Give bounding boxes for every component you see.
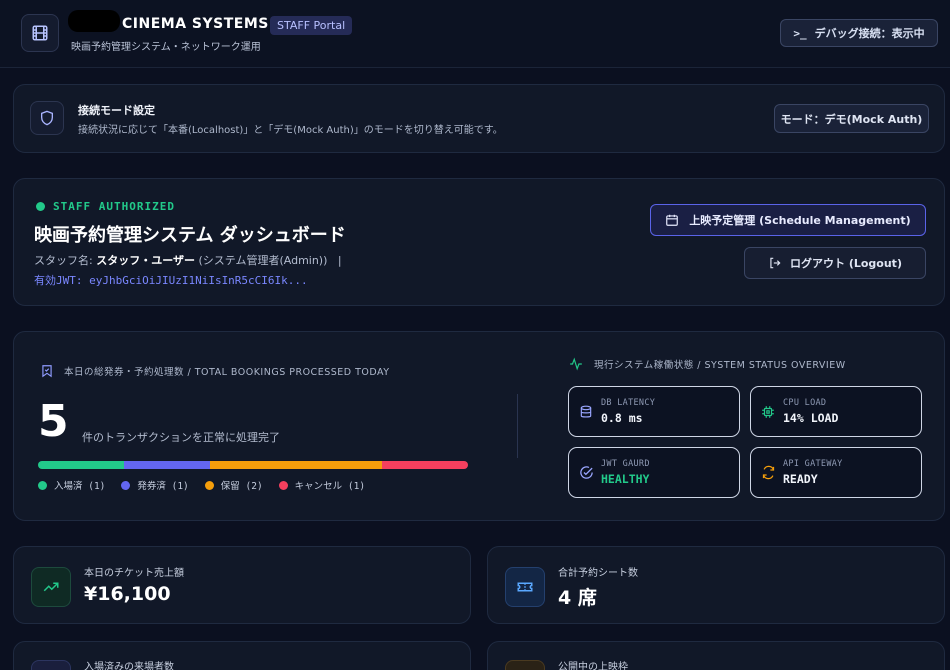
status-bar-segment <box>210 461 382 469</box>
booking-status-legend: 入場済 (1) 発券済 (1) 保留 (2) キャンセル (1) <box>38 478 365 492</box>
trending-up-icon <box>31 567 71 607</box>
debug-connection-button[interactable]: >_ デバッグ接続：表示中 <box>780 19 938 47</box>
status-bar-segment <box>124 461 210 469</box>
api-gateway-label: API GATEWAY <box>783 459 843 469</box>
cpu-icon <box>762 406 774 418</box>
reserved-seats-value: 4 席 <box>558 587 597 609</box>
legend-dot-icon <box>278 480 288 490</box>
db-latency-box: DB LATENCY 0.8 ms <box>568 386 740 437</box>
status-bar-segment <box>382 461 468 469</box>
database-icon <box>580 405 592 418</box>
api-gateway-box: API GATEWAY READY <box>750 447 922 498</box>
ticket-sales-card: 本日のチケット売上額 ¥16,100 <box>13 546 471 624</box>
api-gateway-value: READY <box>783 472 818 486</box>
legend-item: 入場済 (1) <box>38 478 105 492</box>
check-circle-icon <box>580 466 593 479</box>
staff-separator: | <box>337 254 342 267</box>
checked-in-label: 入場済みの来場者数 <box>84 662 174 670</box>
logout-button-label: ログアウト (Logout) <box>790 257 902 270</box>
logout-icon <box>770 257 781 269</box>
legend-item: キャンセル (1) <box>278 478 366 492</box>
jwt-guard-value: HEALTHY <box>601 472 650 486</box>
legend-dot-icon <box>38 480 47 490</box>
mode-description: 接続状況に応じて「本番(Localhost)」と「デモ(Mock Auth)」の… <box>78 125 503 136</box>
bookings-section-title: 本日の総発券・予約処理数 / TOTAL BOOKINGS PROCESSED … <box>40 363 390 379</box>
db-latency-value: 0.8 ms <box>601 411 643 425</box>
legend-label: 入場済 (1) <box>54 481 106 492</box>
status-bar-segment <box>38 461 124 469</box>
legend-label: 発券済 (1) <box>137 481 189 492</box>
activity-icon <box>570 357 582 371</box>
film-logo-icon <box>21 14 59 52</box>
staff-portal-badge: STAFF Portal <box>270 16 353 35</box>
active-screenings-label: 公開中の上映枠 <box>558 662 628 670</box>
shield-icon <box>30 101 64 135</box>
staff-name: スタッフ・ユーザー <box>96 254 195 267</box>
debug-button-label: デバッグ接続：表示中 <box>814 27 925 40</box>
header-subtitle: 映画予約管理システム・ネットワーク運用 <box>71 42 261 53</box>
cpu-load-box: CPU LOAD 14% LOAD <box>750 386 922 437</box>
bookmark-check-icon <box>42 365 52 378</box>
db-latency-label: DB LATENCY <box>601 398 656 408</box>
legend-label: キャンセル (1) <box>294 481 366 492</box>
dashboard-title: 映画予約管理システム ダッシュボード <box>34 225 346 246</box>
staff-info: スタッフ名: スタッフ・ユーザー (システム管理者(Admin)) | <box>34 252 342 268</box>
ticket-sales-label: 本日のチケット売上額 <box>84 568 184 579</box>
cpu-load-value: 14% LOAD <box>783 411 839 425</box>
ticket-sales-value: ¥16,100 <box>84 583 171 605</box>
legend-item: 発券済 (1) <box>121 478 189 492</box>
cpu-load-label: CPU LOAD <box>783 398 827 408</box>
auth-card: STAFF AUTHORIZED 映画予約管理システム ダッシュボード スタッフ… <box>13 178 945 306</box>
terminal-icon: >_ <box>793 26 807 40</box>
bookings-count: 5 <box>38 396 69 447</box>
active-screenings-card: 公開中の上映枠 <box>487 641 945 670</box>
booking-status-bar <box>38 461 468 469</box>
mode-title: 接続モード設定 <box>78 104 155 117</box>
legend-dot-icon <box>204 480 214 490</box>
schedule-management-button[interactable]: 上映予定管理 (Schedule Management) <box>650 204 926 236</box>
checked-in-card: 入場済みの来場者数 <box>13 641 471 670</box>
bookings-title-label: 本日の総発券・予約処理数 / TOTAL BOOKINGS PROCESSED … <box>64 367 390 378</box>
app-header: CINEMA SYSTEMS STAFF Portal 映画予約管理システム・ネ… <box>0 0 950 68</box>
status-dot-icon <box>36 202 45 211</box>
mode-toggle-button[interactable]: モード：デモ(Mock Auth) <box>774 104 929 133</box>
system-section-title: 現行システム稼働状態 / SYSTEM STATUS OVERVIEW <box>568 357 846 371</box>
staff-role: (システム管理者(Admin)) <box>198 254 328 267</box>
reserved-seats-label: 合計予約シート数 <box>558 568 638 579</box>
section-divider <box>517 394 518 458</box>
clock-icon <box>505 660 545 670</box>
legend-label: 保留 (2) <box>220 481 263 492</box>
redacted-logo-text <box>68 10 120 32</box>
jwt-guard-box: JWT GAURD HEALTHY <box>568 447 740 498</box>
stats-card: 本日の総発券・予約処理数 / TOTAL BOOKINGS PROCESSED … <box>13 331 945 521</box>
auth-status: STAFF AUTHORIZED <box>36 200 175 213</box>
auth-status-label: STAFF AUTHORIZED <box>53 200 175 213</box>
jwt-guard-label: JWT GAURD <box>601 459 650 469</box>
ticket-icon <box>505 567 545 607</box>
connection-mode-card: 接続モード設定 接続状況に応じて「本番(Localhost)」と「デモ(Mock… <box>13 84 945 153</box>
calendar-icon <box>666 214 679 226</box>
schedule-button-label: 上映予定管理 (Schedule Management) <box>689 214 911 227</box>
reserved-seats-card: 合計予約シート数 4 席 <box>487 546 945 624</box>
legend-item: 保留 (2) <box>204 478 263 492</box>
legend-dot-icon <box>121 480 131 490</box>
logout-button[interactable]: ログアウト (Logout) <box>744 247 926 279</box>
jwt-token: 有効JWT: eyJhbGciOiJIUzI1NiIsInR5cCI6Ik... <box>34 274 308 287</box>
staff-prefix: スタッフ名: <box>34 254 93 267</box>
bookings-description: 件のトランザクションを正常に処理完了 <box>82 431 280 444</box>
users-icon <box>31 660 71 670</box>
refresh-icon <box>762 465 775 480</box>
system-title-label: 現行システム稼働状態 / SYSTEM STATUS OVERVIEW <box>594 360 846 371</box>
brand-name: CINEMA SYSTEMS <box>122 16 269 32</box>
